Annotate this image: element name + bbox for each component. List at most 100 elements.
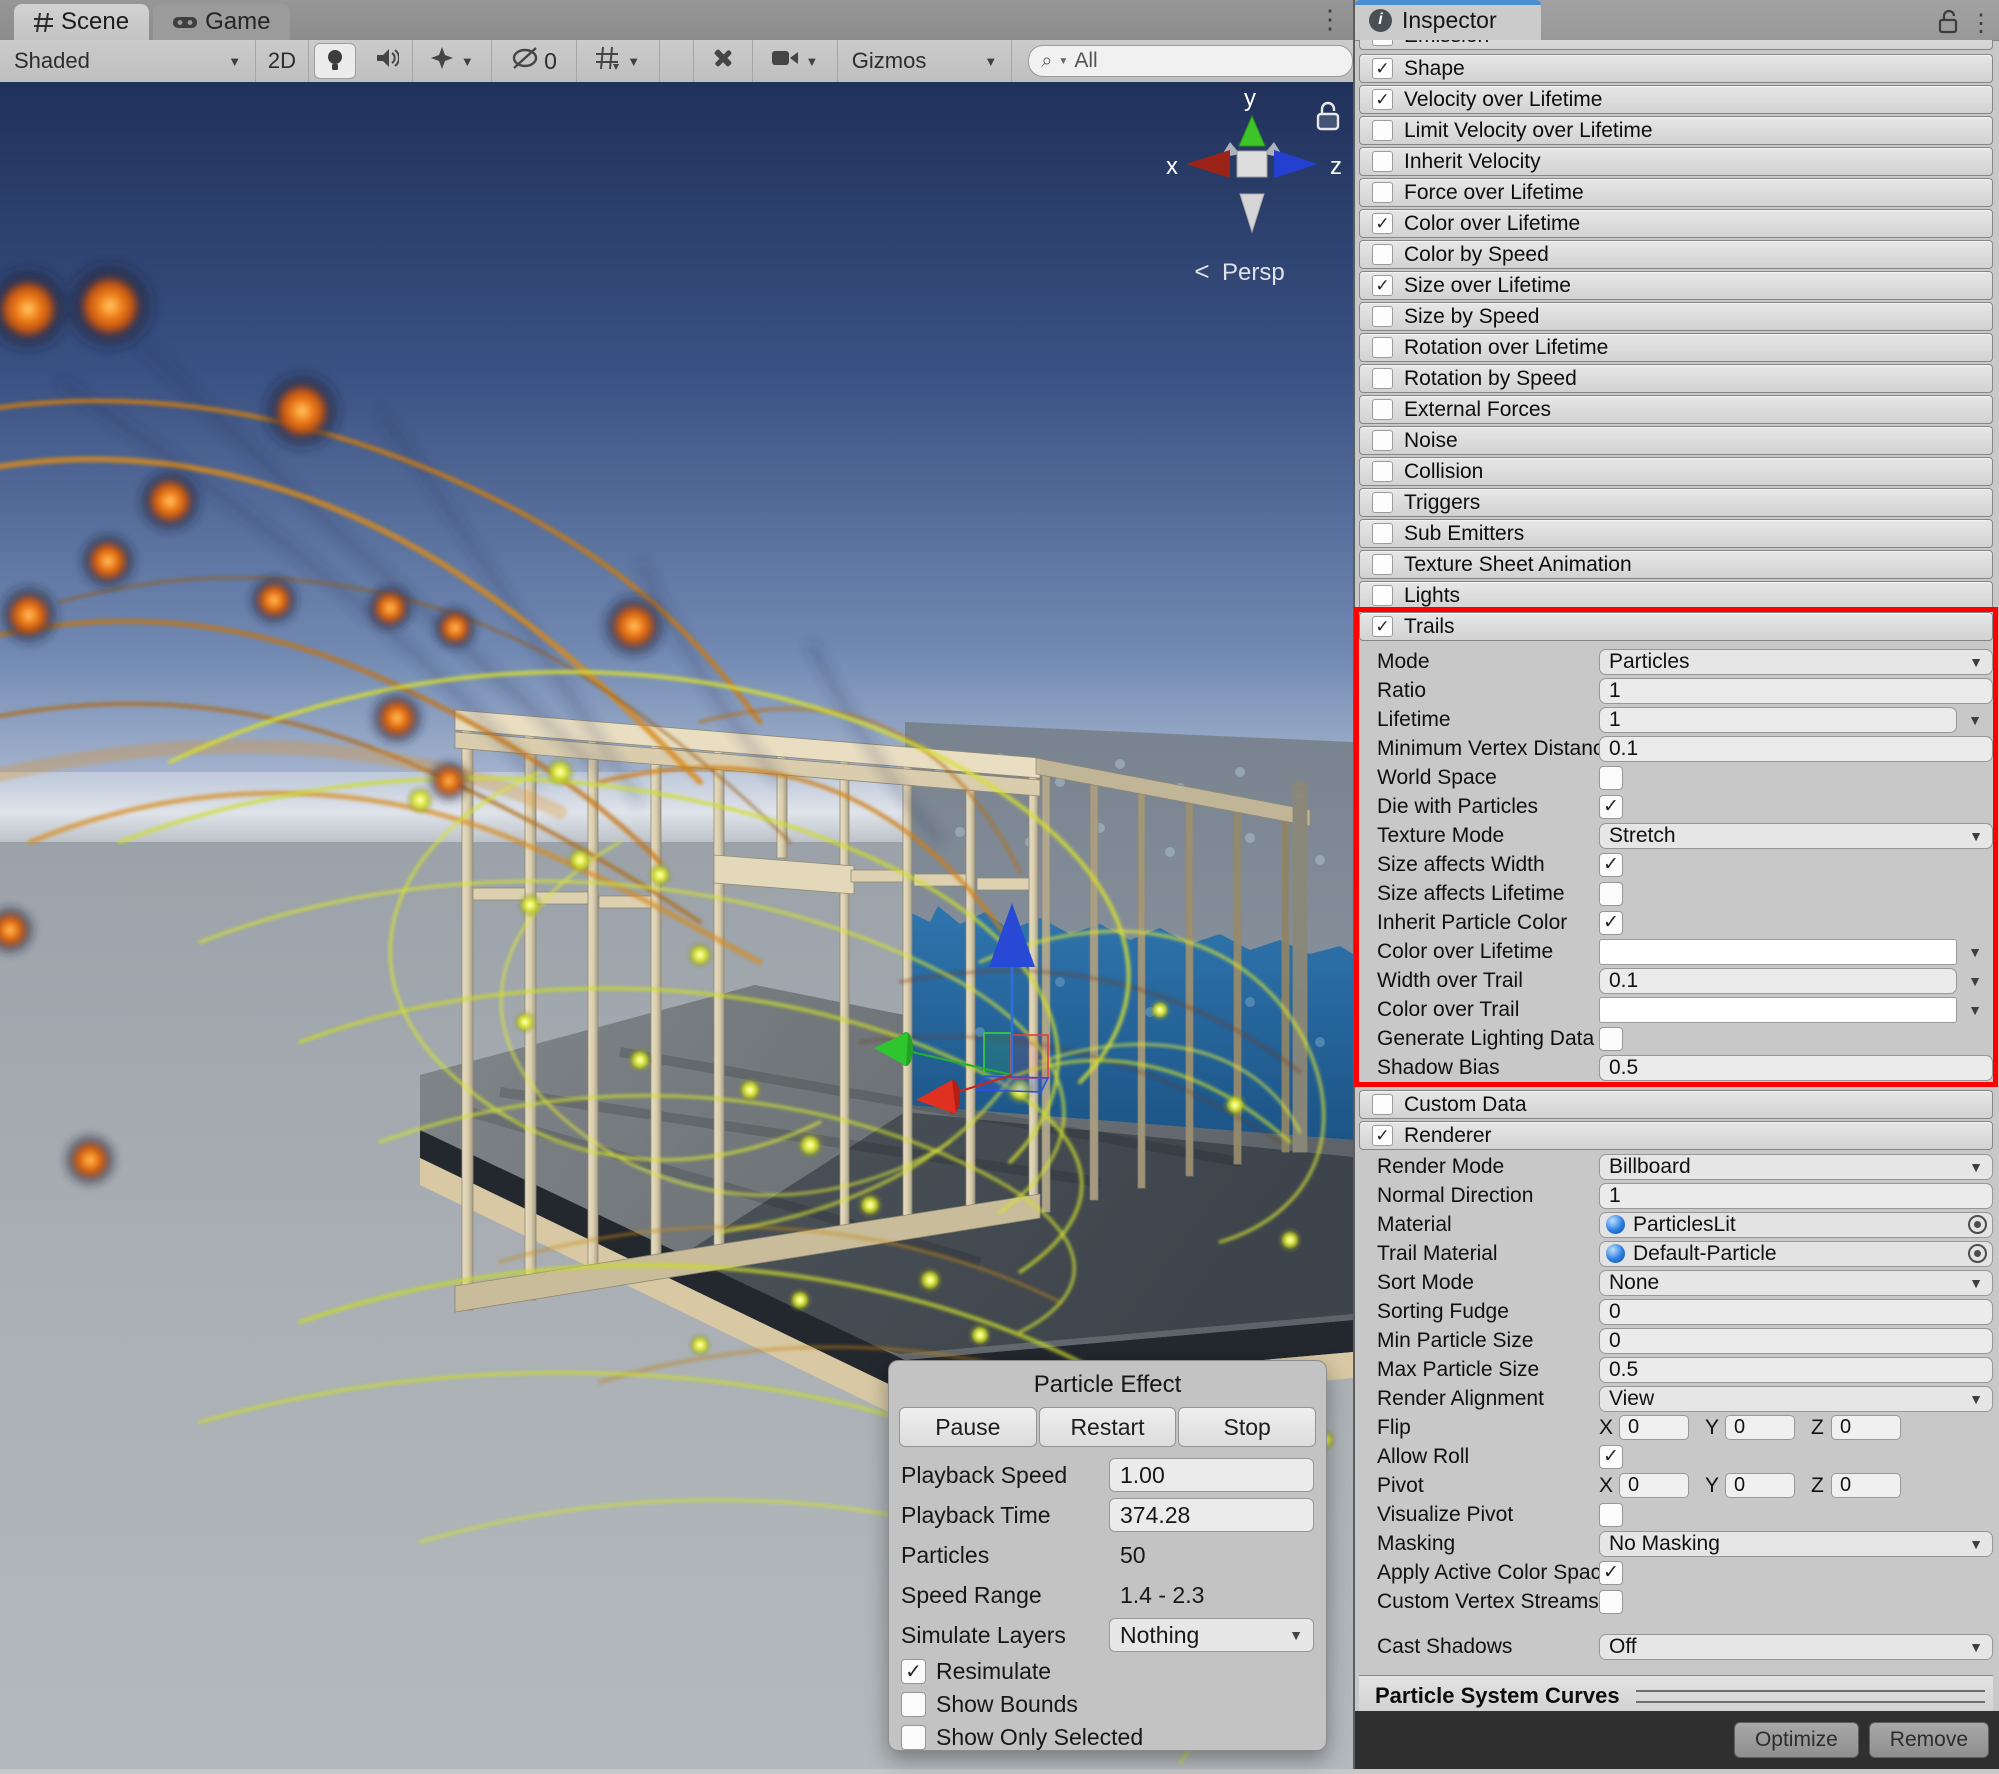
curve-mode-arrow-icon[interactable]: ▼: [1966, 973, 1984, 989]
module-trails[interactable]: ✓ Trails: [1359, 612, 1993, 641]
module-checkbox[interactable]: [1372, 244, 1393, 265]
persp-toggle[interactable]: < Persp: [1194, 256, 1284, 286]
effects-dropdown-button[interactable]: ▼: [413, 40, 492, 82]
generate-lighting-data-checkbox[interactable]: [1599, 1027, 1623, 1051]
pivot-z-field[interactable]: 0: [1831, 1473, 1901, 1498]
tab-inspector[interactable]: i Inspector: [1355, 0, 1541, 40]
module-renderer[interactable]: ✓ Renderer: [1359, 1121, 1993, 1150]
module-emission[interactable]: ✓ Emission: [1359, 40, 1993, 50]
mode-dropdown[interactable]: Particles▼: [1599, 649, 1993, 675]
flip-z-field[interactable]: 0: [1831, 1415, 1901, 1440]
module-custom-data[interactable]: Custom Data: [1359, 1090, 1993, 1119]
module-checkbox[interactable]: [1372, 461, 1393, 482]
gradient-mode-arrow-icon[interactable]: ▼: [1966, 1002, 1984, 1018]
gradient-field[interactable]: [1599, 939, 1957, 965]
visualize-pivot-checkbox[interactable]: [1599, 1503, 1623, 1527]
simulate-layers-dropdown[interactable]: Nothing ▼: [1109, 1618, 1314, 1652]
module-checkbox[interactable]: ✓: [1372, 213, 1393, 234]
resimulate-checkbox[interactable]: ✓: [901, 1659, 926, 1684]
module-checkbox[interactable]: ✓: [1372, 1125, 1393, 1146]
material-object-field[interactable]: ParticlesLit: [1599, 1212, 1993, 1238]
playback-time-field[interactable]: 374.28: [1109, 1498, 1314, 1532]
module-checkbox[interactable]: ✓: [1372, 616, 1393, 637]
playback-speed-field[interactable]: 1.00: [1109, 1458, 1314, 1492]
size-affects-width-checkbox[interactable]: ✓: [1599, 853, 1623, 877]
module-triggers[interactable]: Triggers: [1359, 488, 1993, 517]
module-checkbox[interactable]: ✓: [1372, 89, 1393, 110]
width-over-trail-field[interactable]: 0.1: [1599, 968, 1957, 994]
module-limit-velocity[interactable]: Limit Velocity over Lifetime: [1359, 116, 1993, 145]
module-size-over-lifetime[interactable]: ✓ Size over Lifetime: [1359, 271, 1993, 300]
module-checkbox[interactable]: [1372, 151, 1393, 172]
module-checkbox[interactable]: [1372, 585, 1393, 606]
hidden-objects-button[interactable]: 0: [492, 40, 577, 82]
module-size-by-speed[interactable]: Size by Speed: [1359, 302, 1993, 331]
module-lights[interactable]: Lights: [1359, 581, 1993, 610]
module-collision[interactable]: Collision: [1359, 457, 1993, 486]
module-checkbox[interactable]: [1372, 1094, 1393, 1115]
module-checkbox[interactable]: [1372, 523, 1393, 544]
tab-game[interactable]: Game: [153, 4, 290, 40]
pivot-y-field[interactable]: 0: [1725, 1473, 1795, 1498]
module-shape[interactable]: ✓ Shape: [1359, 54, 1993, 83]
lighting-toggle-button[interactable]: [309, 40, 361, 82]
module-checkbox[interactable]: [1372, 306, 1393, 327]
module-rotation-over-lifetime[interactable]: Rotation over Lifetime: [1359, 333, 1993, 362]
grid-visibility-dropdown[interactable]: ▼: [577, 40, 660, 82]
remove-button[interactable]: Remove: [1869, 1722, 1989, 1758]
render-mode-dropdown[interactable]: Billboard▼: [1599, 1154, 1993, 1180]
shading-mode-dropdown[interactable]: Shaded ▼: [0, 40, 256, 82]
module-checkbox[interactable]: [1372, 182, 1393, 203]
gizmos-dropdown[interactable]: Gizmos ▼: [838, 40, 1012, 82]
lifetime-field[interactable]: 1: [1599, 707, 1957, 733]
module-checkbox[interactable]: [1372, 399, 1393, 420]
scene-menu-icon[interactable]: ⋮: [1317, 6, 1343, 32]
module-force-over-lifetime[interactable]: Force over Lifetime: [1359, 178, 1993, 207]
module-checkbox[interactable]: [1372, 368, 1393, 389]
module-rotation-by-speed[interactable]: Rotation by Speed: [1359, 364, 1993, 393]
world-space-checkbox[interactable]: [1599, 766, 1623, 790]
die-with-particles-checkbox[interactable]: ✓: [1599, 795, 1623, 819]
flip-y-field[interactable]: 0: [1725, 1415, 1795, 1440]
module-checkbox[interactable]: [1372, 492, 1393, 513]
lock-icon[interactable]: [1937, 8, 1959, 39]
sorting-fudge-field[interactable]: 0: [1599, 1299, 1993, 1325]
shadow-bias-field[interactable]: 0.5: [1599, 1055, 1993, 1081]
object-picker-icon[interactable]: [1968, 1244, 1987, 1263]
size-affects-lifetime-checkbox[interactable]: [1599, 882, 1623, 906]
apply-active-color-space-checkbox[interactable]: ✓: [1599, 1561, 1623, 1585]
module-noise[interactable]: Noise: [1359, 426, 1993, 455]
max-particle-size-field[interactable]: 0.5: [1599, 1357, 1993, 1383]
2d-toggle-button[interactable]: 2D: [256, 40, 309, 82]
allow-roll-checkbox[interactable]: ✓: [1599, 1445, 1623, 1469]
audio-toggle-button[interactable]: [361, 40, 414, 82]
module-velocity-over-lifetime[interactable]: ✓ Velocity over Lifetime: [1359, 85, 1993, 114]
inspector-menu-icon[interactable]: ⋮: [1969, 9, 1993, 38]
tab-scene[interactable]: Scene: [14, 4, 149, 40]
pivot-x-field[interactable]: 0: [1619, 1473, 1689, 1498]
module-checkbox[interactable]: ✓: [1372, 40, 1393, 46]
drag-handle-lines[interactable]: [1636, 1690, 1985, 1703]
ratio-field[interactable]: 1: [1599, 678, 1993, 704]
module-checkbox[interactable]: [1372, 337, 1393, 358]
custom-vertex-streams-checkbox[interactable]: [1599, 1590, 1623, 1614]
module-external-forces[interactable]: External Forces: [1359, 395, 1993, 424]
scene-search-input[interactable]: ⌕ ▼ All: [1028, 45, 1353, 77]
module-color-by-speed[interactable]: Color by Speed: [1359, 240, 1993, 269]
tools-button[interactable]: [693, 40, 753, 82]
min-vertex-distance-field[interactable]: 0.1: [1599, 736, 1993, 762]
module-sub-emitters[interactable]: Sub Emitters: [1359, 519, 1993, 548]
module-inherit-velocity[interactable]: Inherit Velocity: [1359, 147, 1993, 176]
trail-material-object-field[interactable]: Default-Particle: [1599, 1241, 1993, 1267]
camera-dropdown-button[interactable]: ▼: [753, 40, 838, 82]
gradient-field[interactable]: [1599, 997, 1957, 1023]
curve-mode-arrow-icon[interactable]: ▼: [1966, 712, 1984, 728]
module-color-over-lifetime[interactable]: ✓ Color over Lifetime: [1359, 209, 1993, 238]
stop-button[interactable]: Stop: [1178, 1407, 1316, 1447]
texture-mode-dropdown[interactable]: Stretch▼: [1599, 823, 1993, 849]
masking-dropdown[interactable]: No Masking▼: [1599, 1531, 1993, 1557]
normal-direction-field[interactable]: 1: [1599, 1183, 1993, 1209]
object-picker-icon[interactable]: [1968, 1215, 1987, 1234]
sort-mode-dropdown[interactable]: None▼: [1599, 1270, 1993, 1296]
module-checkbox[interactable]: [1372, 430, 1393, 451]
